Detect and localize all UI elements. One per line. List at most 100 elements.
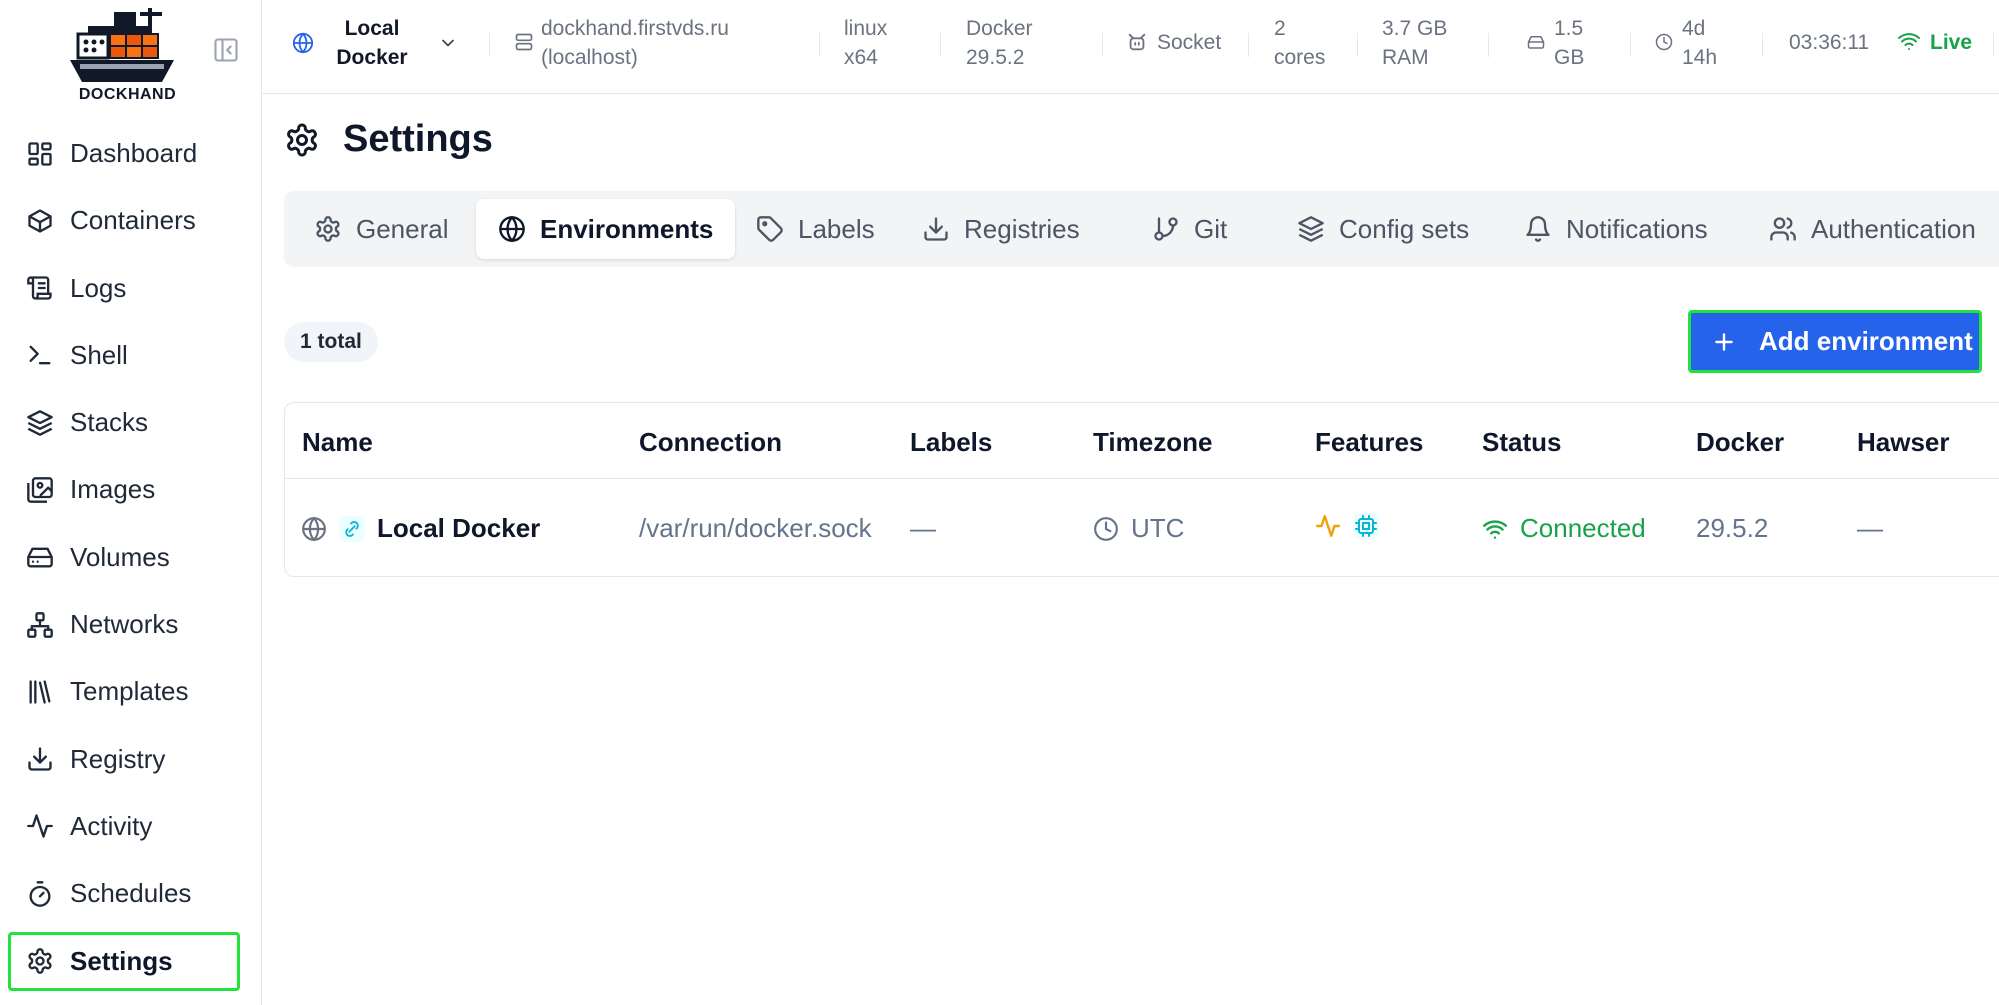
tab-authentication[interactable]: Authentication — [1769, 199, 1976, 259]
server-icon — [515, 33, 533, 51]
top-status-bar: Local Docker dockhand.firstvds.ru (local… — [262, 0, 1999, 94]
environment-labels: — — [910, 513, 936, 543]
hard-drive-icon — [1527, 36, 1545, 49]
cpu-icon — [1353, 513, 1379, 539]
gear-icon — [316, 216, 340, 242]
uptime-info: 4d 14h — [1682, 17, 1718, 69]
disk-info: 1.5 GB — [1554, 17, 1585, 69]
column-header-features[interactable]: Features — [1315, 427, 1423, 458]
sidebar-item-schedules[interactable]: Schedules — [8, 864, 240, 923]
page-title: Settings — [343, 118, 493, 160]
dashboard-icon — [28, 141, 52, 166]
sidebar-item-label: Stacks — [70, 407, 149, 438]
divider — [489, 33, 490, 57]
environment-docker-version: 29.5.2 — [1696, 513, 1769, 543]
divider — [1102, 33, 1103, 57]
status-badge: Connected — [1520, 513, 1646, 543]
column-header-hawser[interactable]: Hawser — [1857, 427, 1950, 458]
tab-config-sets[interactable]: Config sets — [1297, 199, 1469, 259]
column-header-timezone[interactable]: Timezone — [1093, 427, 1212, 458]
divider — [1357, 33, 1358, 57]
cpu-info: 2 cores — [1274, 17, 1326, 69]
sidebar-item-volumes[interactable]: Volumes — [8, 528, 240, 587]
layers-icon — [1298, 216, 1324, 242]
environment-selector[interactable]: Local Docker — [322, 14, 422, 72]
add-environment-button[interactable]: Add environment — [1688, 310, 1982, 373]
tab-registries[interactable]: Registries — [922, 199, 1080, 259]
users-icon — [1770, 217, 1796, 241]
sidebar-item-logs[interactable]: Logs — [8, 259, 240, 318]
column-header-docker[interactable]: Docker — [1696, 427, 1784, 458]
sidebar-item-activity[interactable]: Activity — [8, 797, 240, 856]
sidebar-item-templates[interactable]: Templates — [8, 662, 240, 721]
tab-labels[interactable]: Labels — [756, 199, 875, 259]
logo-text: DOCKHAND — [78, 86, 177, 103]
column-header-name[interactable]: Name — [302, 427, 373, 458]
tab-label: Git — [1194, 213, 1228, 244]
terminal-icon — [29, 346, 51, 365]
tab-notifications[interactable]: Notifications — [1524, 199, 1708, 259]
total-count-badge: 1 total — [284, 322, 378, 362]
os-info: linux x64 — [844, 17, 888, 69]
globe-icon — [292, 32, 314, 54]
sidebar-item-shell[interactable]: Shell — [8, 326, 240, 385]
sidebar-item-label: Settings — [70, 945, 173, 976]
divider — [1630, 33, 1631, 57]
column-header-status[interactable]: Status — [1482, 427, 1561, 458]
gear-icon — [28, 948, 52, 974]
clock-icon — [1094, 516, 1118, 541]
sidebar-collapse-icon[interactable] — [212, 36, 240, 64]
sidebar-item-networks[interactable]: Networks — [8, 595, 240, 654]
sidebar: DOCKHAND Dashboard Containers Logs Shell… — [0, 0, 262, 1005]
sidebar-item-label: Images — [70, 474, 156, 505]
sidebar-item-stacks[interactable]: Stacks — [8, 393, 240, 452]
sidebar-item-label: Dashboard — [70, 138, 198, 168]
sidebar-item-label: Networks — [70, 609, 179, 640]
divider — [940, 33, 941, 57]
git-branch-icon — [1154, 217, 1178, 241]
images-icon — [27, 477, 53, 503]
sidebar-item-dashboard[interactable]: Dashboard — [8, 124, 240, 183]
plus-icon — [1715, 332, 1733, 351]
sidebar-item-settings[interactable]: Settings — [8, 931, 240, 991]
activity-icon — [1315, 515, 1341, 537]
environment-name[interactable]: Local Docker — [377, 513, 540, 544]
host-info: dockhand.firstvds.ru (localhost) — [541, 17, 729, 69]
library-icon — [29, 680, 51, 704]
tab-label: Config sets — [1339, 213, 1470, 244]
tab-general[interactable]: General — [314, 199, 449, 259]
sidebar-item-containers[interactable]: Containers — [8, 191, 240, 250]
environment-timezone: UTC — [1131, 513, 1185, 543]
tab-git[interactable]: Git — [1152, 199, 1227, 259]
ram-info: 3.7 GB RAM — [1382, 17, 1448, 69]
download-icon — [924, 217, 948, 241]
sidebar-item-label: Registry — [70, 743, 166, 774]
environment-timezone-cell: UTC — [1093, 513, 1184, 544]
divider — [1762, 33, 1763, 57]
environment-features — [1315, 513, 1391, 539]
add-environment-label: Add environment — [1759, 326, 1973, 356]
sidebar-item-images[interactable]: Images — [8, 460, 240, 519]
environment-status-cell: Connected — [1482, 513, 1646, 544]
table-row[interactable]: Local Docker — [301, 513, 540, 544]
download-icon — [28, 747, 52, 771]
box-icon — [28, 209, 52, 233]
sidebar-item-label: Logs — [70, 272, 127, 303]
tab-label: Notifications — [1566, 213, 1708, 244]
sidebar-item-registry[interactable]: Registry — [8, 730, 240, 789]
bell-icon — [1526, 216, 1550, 242]
layers-icon — [27, 409, 53, 436]
connection-type: Socket — [1157, 31, 1222, 54]
globe-icon — [499, 215, 525, 243]
link-icon — [339, 515, 365, 542]
column-header-labels[interactable]: Labels — [910, 427, 992, 458]
chevron-down-icon[interactable] — [438, 33, 458, 53]
clock-icon — [1655, 33, 1673, 51]
tab-environments[interactable]: Environments — [476, 199, 736, 259]
wifi-icon — [1898, 33, 1920, 50]
scroll-icon — [27, 276, 52, 300]
docker-version: Docker 29.5.2 — [966, 17, 1033, 69]
gear-icon — [287, 123, 317, 157]
column-header-connection[interactable]: Connection — [639, 427, 782, 458]
tab-label: Environments — [540, 213, 714, 244]
